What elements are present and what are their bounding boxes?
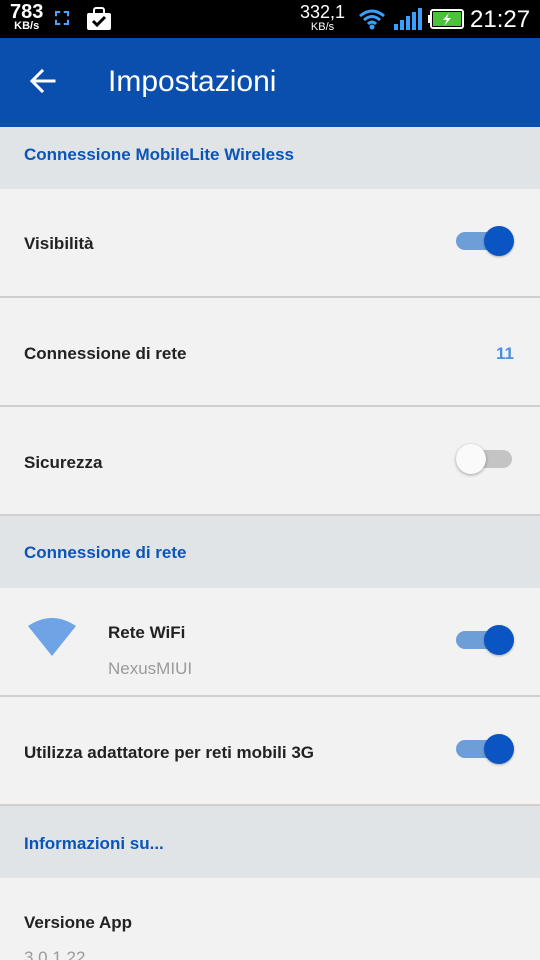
cell-signal-icon [394, 8, 422, 30]
network-connection-value: 11 [496, 344, 514, 363]
section-header-about: Informazioni su... [0, 806, 540, 878]
app-version-value: 3.0.1.22 [24, 948, 86, 960]
wifi-toggle[interactable] [456, 625, 514, 655]
section-title-wireless: Connessione MobileLite Wireless [24, 145, 295, 164]
setting-row-3g-adapter[interactable]: Utilizza adattatore per reti mobili 3G [0, 697, 540, 806]
3g-adapter-toggle[interactable] [456, 734, 514, 764]
shopping-bag-check-icon [87, 7, 111, 30]
upload-speed-unit: KB/s [310, 21, 335, 33]
wifi-status-icon [359, 9, 385, 30]
section-header-network: Connessione di rete [0, 516, 540, 588]
download-speed-value: 783 [10, 1, 44, 23]
battery-charging-icon [428, 9, 464, 29]
screenshot-icon [55, 11, 69, 25]
app-toolbar: Impostazioni [0, 38, 540, 127]
back-arrow-icon[interactable] [28, 66, 58, 96]
wifi-label: Rete WiFi [108, 623, 186, 642]
setting-row-wifi[interactable]: Rete WiFi NexusMIUI [0, 588, 540, 697]
network-connection-label: Connessione di rete [24, 344, 187, 363]
section-title-network: Connessione di rete [24, 543, 187, 562]
download-speed-indicator: 783 KB/s [10, 2, 43, 32]
wifi-ssid: NexusMIUI [108, 659, 193, 678]
setting-row-visibility[interactable]: Visibilità [0, 189, 540, 298]
section-header-wireless: Connessione MobileLite Wireless [0, 127, 540, 189]
clock: 21:27 [470, 6, 531, 33]
wifi-icon [28, 618, 76, 656]
section-title-about: Informazioni su... [24, 834, 164, 853]
setting-row-security[interactable]: Sicurezza [0, 407, 540, 516]
security-toggle[interactable] [456, 444, 514, 474]
setting-row-network-connection[interactable]: Connessione di rete 11 [0, 298, 540, 407]
visibility-label: Visibilità [24, 234, 94, 253]
setting-row-app-version: Versione App 3.0.1.22 [0, 878, 540, 960]
3g-adapter-label: Utilizza adattatore per reti mobili 3G [24, 743, 315, 762]
upload-speed-indicator: 332,1 KB/s [300, 3, 345, 33]
download-speed-unit: KB/s [14, 20, 40, 32]
status-bar: 783 KB/s 332,1 KB/s 21:27 [0, 0, 540, 38]
security-label: Sicurezza [24, 453, 103, 472]
page-title: Impostazioni [108, 65, 277, 98]
app-version-label: Versione App [24, 913, 133, 932]
upload-speed-value: 332,1 [300, 2, 346, 22]
visibility-toggle[interactable] [456, 226, 514, 256]
